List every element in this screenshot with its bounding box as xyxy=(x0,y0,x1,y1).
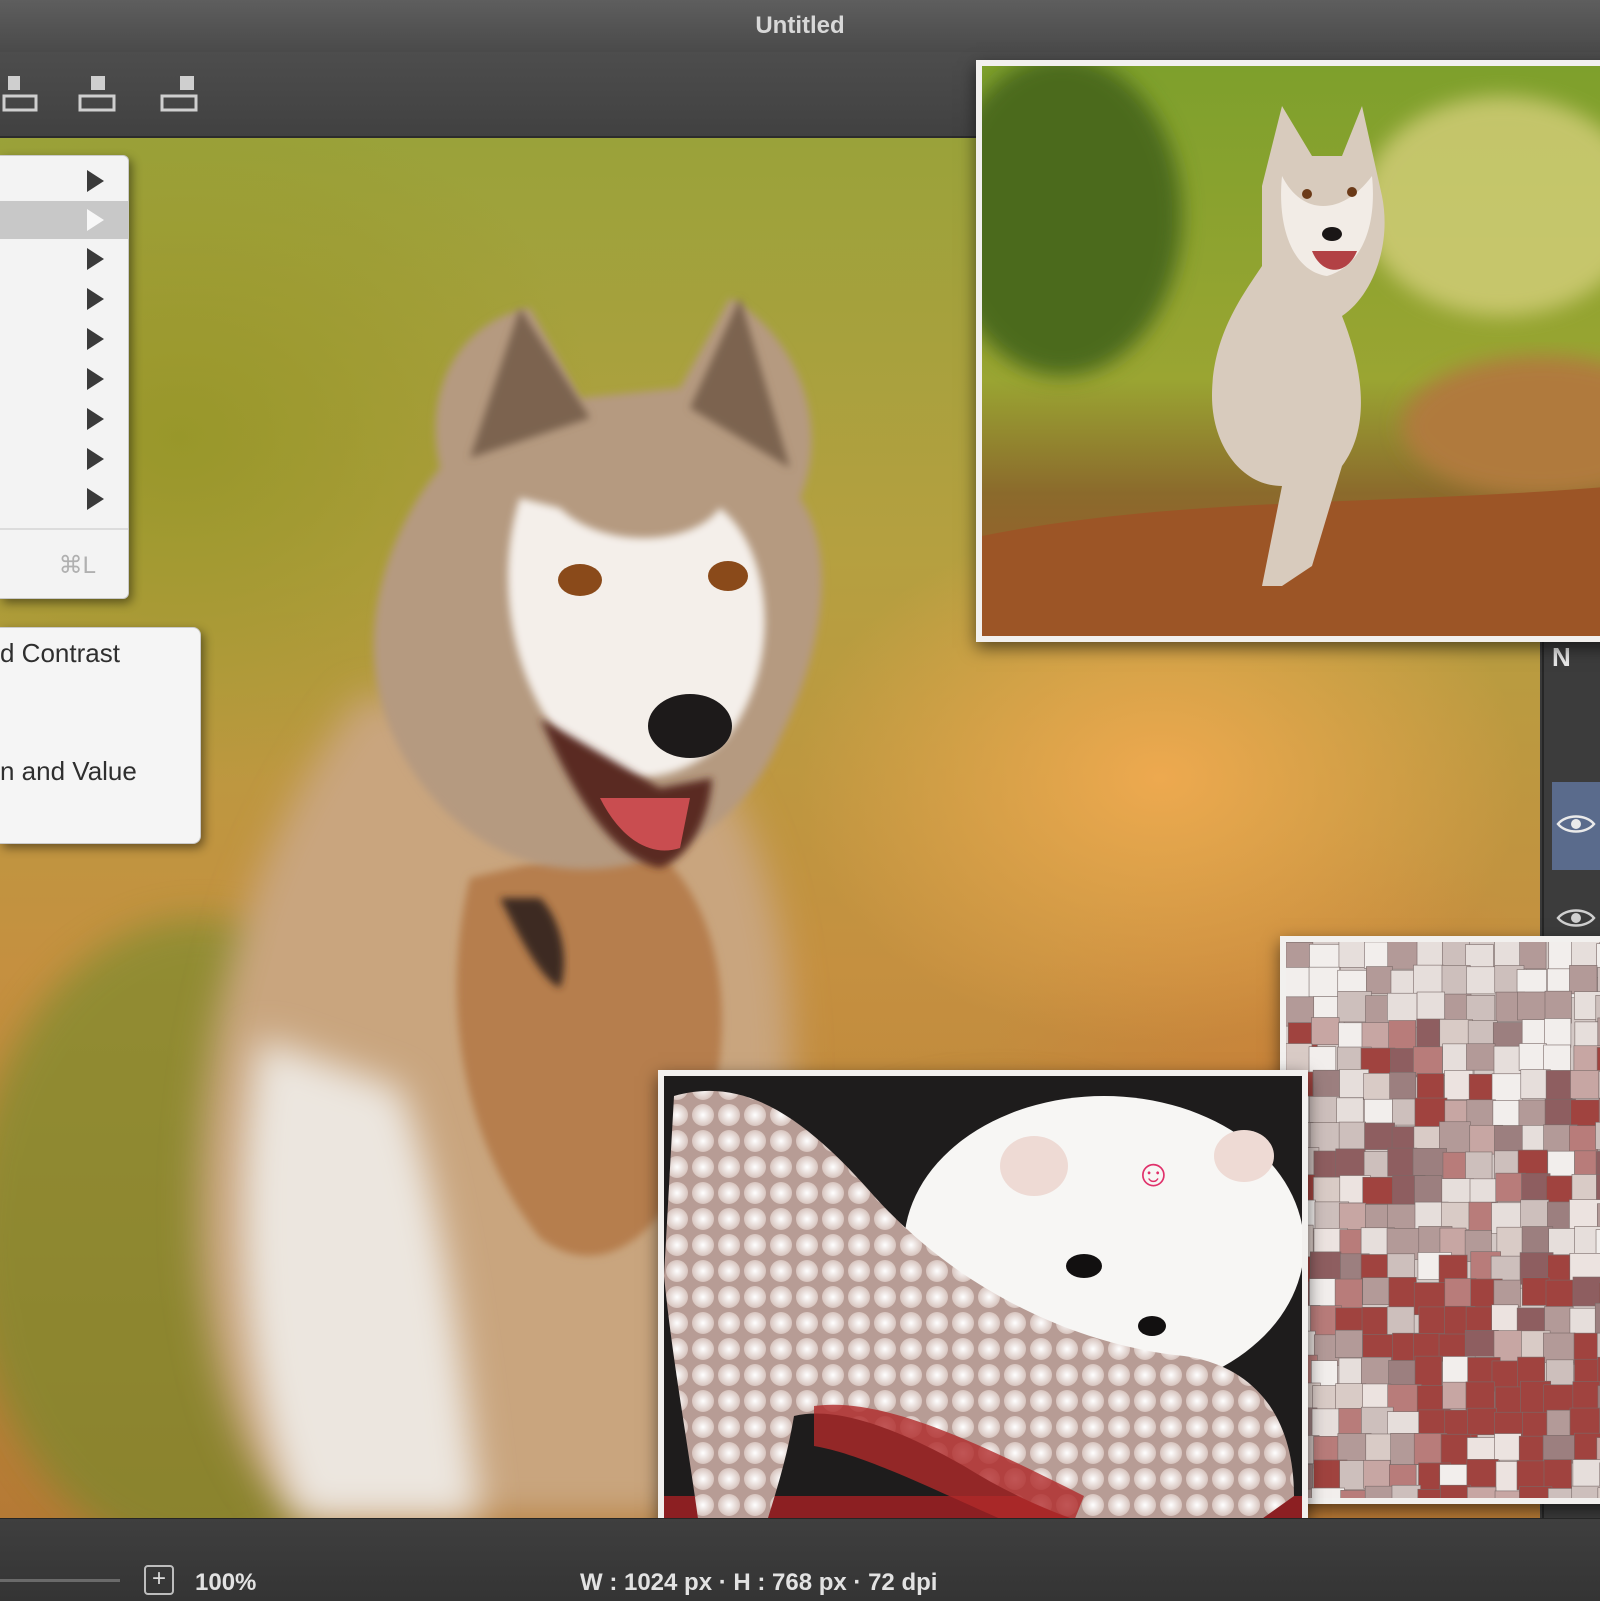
layer-row-selected[interactable] xyxy=(1552,782,1600,870)
eye-icon[interactable] xyxy=(1556,906,1596,930)
menu-shortcut: ⌘L xyxy=(59,551,96,580)
menu-item-hue-saturation-value[interactable]: n and Value xyxy=(0,756,137,787)
align-bottom-center-icon[interactable] xyxy=(74,70,122,118)
menu-row[interactable] xyxy=(0,240,128,278)
puppy-with-pearl-shoe-photo[interactable]: ☺ xyxy=(658,1070,1308,1572)
menu-row[interactable] xyxy=(0,400,128,438)
svg-text:☺: ☺ xyxy=(1134,1153,1173,1195)
mosaic-filter-photo[interactable] xyxy=(1280,936,1600,1504)
zoom-level: 100% xyxy=(195,1569,256,1597)
eye-icon[interactable] xyxy=(1556,812,1596,836)
menu-row[interactable] xyxy=(0,440,128,478)
panel-header: N xyxy=(1552,642,1571,673)
menu-row[interactable] xyxy=(0,480,128,518)
zoom-fit-button[interactable]: + xyxy=(144,1565,174,1595)
window-title: Untitled xyxy=(0,12,1600,40)
menu-row[interactable] xyxy=(0,280,128,318)
status-bar: + 100% W : 1024 px · H : 768 px · 72 dpi xyxy=(0,1518,1600,1601)
submenu-arrow-icon xyxy=(87,328,104,350)
menu-row[interactable] xyxy=(0,162,128,200)
menu-separator xyxy=(0,528,128,530)
adjustments-submenu: d Contrast n and Value xyxy=(0,627,201,844)
menu-row[interactable] xyxy=(0,360,128,398)
align-bottom-right-icon[interactable] xyxy=(156,70,204,118)
submenu-arrow-icon xyxy=(87,368,104,390)
puppy-shoe-image: ☺ xyxy=(664,1076,1302,1566)
submenu-arrow-icon xyxy=(87,209,104,231)
submenu-arrow-icon xyxy=(87,488,104,510)
running-husky-photo[interactable] xyxy=(976,60,1600,642)
submenu-arrow-icon xyxy=(87,170,104,192)
align-bottom-left-icon[interactable] xyxy=(0,70,46,118)
running-husky-image xyxy=(982,66,1600,636)
submenu-arrow-icon xyxy=(87,448,104,470)
filter-menu: ⌘L xyxy=(0,155,129,599)
zoom-slider[interactable] xyxy=(0,1579,120,1582)
submenu-arrow-icon xyxy=(87,408,104,430)
submenu-arrow-icon xyxy=(87,288,104,310)
menu-item-brightness-contrast[interactable]: d Contrast xyxy=(0,638,120,669)
menu-row-highlighted[interactable] xyxy=(0,201,128,239)
mosaic-image xyxy=(1286,942,1600,1498)
submenu-arrow-icon xyxy=(87,248,104,270)
title-bar: Untitled xyxy=(0,0,1600,53)
menu-row[interactable] xyxy=(0,320,128,358)
image-dimensions: W : 1024 px · H : 768 px · 72 dpi xyxy=(580,1569,937,1597)
